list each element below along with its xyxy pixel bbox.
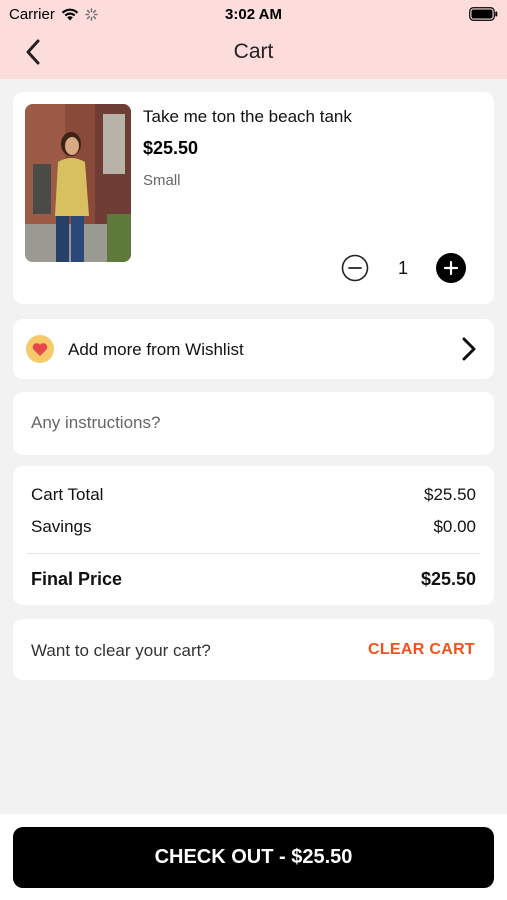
cart-item-card: Take me ton the beach tank $25.50 Small … — [13, 92, 494, 304]
wishlist-label: Add more from Wishlist — [68, 340, 244, 359]
status-bar: Carrier 3:02 AM — [0, 0, 507, 28]
final-price-value: $25.50 — [420, 569, 476, 589]
final-price-row: Final Price $25.50 — [31, 569, 476, 590]
product-image[interactable] — [25, 104, 131, 262]
clear-cart-card: Want to clear your cart? CLEAR CART — [13, 619, 494, 680]
savings-row: Savings $0.00 — [31, 517, 476, 537]
instructions-card — [13, 392, 494, 455]
product-price: $25.50 — [143, 138, 199, 158]
cart-total-label: Cart Total — [31, 485, 104, 504]
cart-total-row: Cart Total $25.50 — [31, 485, 476, 505]
clear-cart-question: Want to clear your cart? — [31, 641, 211, 660]
savings-label: Savings — [31, 517, 92, 536]
final-price-label: Final Price — [31, 569, 123, 589]
battery-icon — [469, 7, 498, 21]
header-bar: Carrier 3:02 AM Cart — [0, 0, 507, 79]
cart-total-value: $25.50 — [424, 485, 476, 504]
savings-value: $0.00 — [433, 517, 476, 536]
minus-circle-icon[interactable] — [341, 254, 369, 282]
product-name[interactable]: Take me ton the beach tank — [143, 107, 352, 127]
wishlist-row[interactable]: Add more from Wishlist — [13, 319, 494, 379]
instructions-input[interactable] — [31, 408, 471, 438]
checkout-button[interactable]: CHECK OUT - $25.50 — [13, 827, 494, 888]
chevron-right-icon — [462, 337, 476, 361]
product-size: Small — [143, 172, 181, 189]
price-summary-card: Cart Total $25.50 Savings $0.00 Final Pr… — [13, 466, 494, 605]
quantity-value: 1 — [397, 258, 408, 278]
clear-cart-button[interactable]: CLEAR CART — [368, 641, 475, 659]
page-title: Cart — [233, 40, 274, 63]
bottom-bar: CHECK OUT - $25.50 — [0, 814, 507, 900]
plus-circle-icon[interactable] — [436, 253, 466, 283]
status-time: 3:02 AM — [225, 6, 282, 23]
heart-icon — [26, 335, 54, 363]
divider — [27, 553, 480, 554]
